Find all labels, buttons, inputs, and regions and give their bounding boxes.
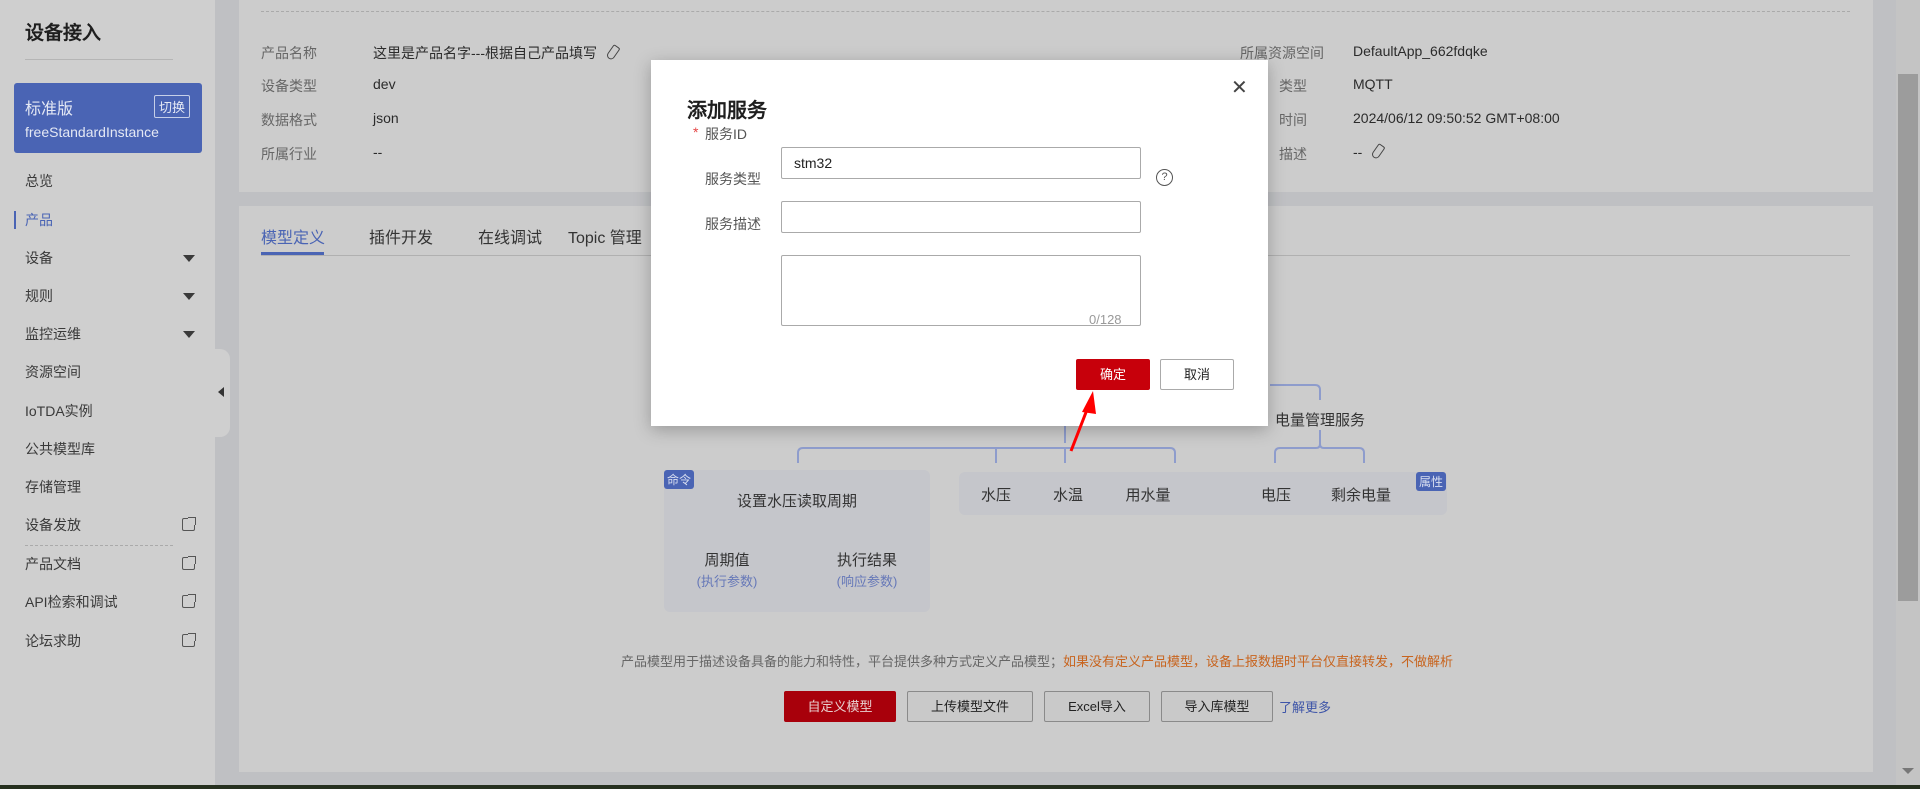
annotation-arrow-icon — [1069, 391, 1096, 452]
